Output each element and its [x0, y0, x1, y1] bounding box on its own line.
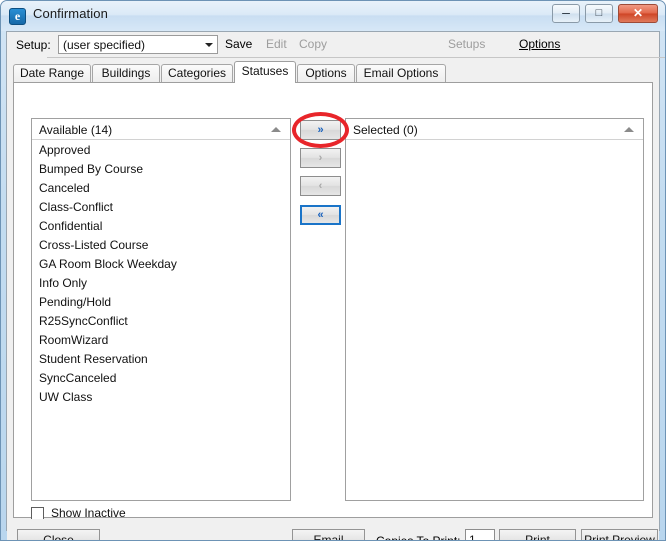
selected-list-items[interactable] [346, 141, 643, 500]
sort-ascending-icon[interactable] [624, 127, 634, 132]
window-title: Confirmation [33, 6, 108, 21]
list-item[interactable]: UW Class [32, 388, 290, 407]
tab-buildings[interactable]: Buildings [92, 64, 160, 83]
close-window-button[interactable]: ✕ [618, 4, 658, 23]
tab-email-options[interactable]: Email Options [356, 64, 446, 83]
tab-date-range[interactable]: Date Range [13, 64, 91, 83]
tab-strip: Date Range Buildings Categories Statuses… [13, 61, 653, 83]
client-area: Setup: (user specified) Save Edit Copy S… [6, 31, 665, 540]
selected-list[interactable]: Selected (0) [345, 118, 644, 501]
tab-statuses[interactable]: Statuses [234, 61, 296, 83]
setup-dropdown[interactable]: (user specified) [58, 35, 218, 54]
sort-ascending-icon[interactable] [271, 127, 281, 132]
setup-label: Setup: [16, 38, 51, 52]
title-bar: e Confirmation – □ ✕ [1, 1, 665, 31]
toolbar-divider [47, 57, 665, 58]
list-item[interactable]: Pending/Hold [32, 293, 290, 312]
move-all-left-button[interactable]: « [300, 205, 341, 225]
list-item[interactable]: Bumped By Course [32, 160, 290, 179]
toolbar: Setup: (user specified) Save Edit Copy S… [7, 32, 665, 58]
list-item[interactable]: Class-Conflict [32, 198, 290, 217]
print-preview-button[interactable]: Print Preview [581, 529, 658, 540]
maximize-icon: □ [595, 7, 603, 19]
list-item[interactable]: Canceled [32, 179, 290, 198]
tab-categories[interactable]: Categories [161, 64, 233, 83]
move-right-button: › [300, 148, 341, 168]
list-item[interactable]: Student Reservation [32, 350, 290, 369]
app-logo-icon: e [9, 8, 26, 25]
list-item[interactable]: SyncCanceled [32, 369, 290, 388]
available-list-items[interactable]: Approved Bumped By Course Canceled Class-Co… [32, 141, 290, 500]
chevron-down-icon [205, 43, 213, 47]
move-left-button: ‹ [300, 176, 341, 196]
available-list-title: Available (14) [39, 123, 113, 137]
email-button[interactable]: Email [292, 529, 365, 540]
selected-list-header[interactable]: Selected (0) [346, 119, 643, 140]
application-window: e Confirmation – □ ✕ Setup: (user specif… [0, 0, 666, 541]
copy-button: Copy [299, 37, 328, 51]
list-item[interactable]: R25SyncConflict [32, 312, 290, 331]
minimize-button[interactable]: – [552, 4, 580, 23]
list-item[interactable]: Info Only [32, 274, 290, 293]
close-icon: ✕ [632, 6, 644, 20]
show-inactive-label: Show Inactive [51, 506, 126, 520]
bottom-button-bar: Close Email Copies To Print: 1 Print Pri… [7, 519, 659, 541]
selected-list-title: Selected (0) [353, 123, 418, 137]
statuses-tab-panel: Available (14) Approved Bumped By Course C… [13, 82, 653, 520]
available-list[interactable]: Available (14) Approved Bumped By Course C… [31, 118, 291, 501]
move-all-right-button[interactable]: » [300, 120, 341, 140]
copies-to-print-input[interactable]: 1 [465, 529, 495, 540]
options-menu[interactable]: Options [519, 37, 560, 51]
minimize-icon: – [562, 4, 570, 20]
app-logo-glyph: e [14, 9, 21, 23]
copies-to-print-label: Copies To Print: [376, 534, 461, 541]
list-item[interactable]: Approved [32, 141, 290, 160]
save-button[interactable]: Save [225, 37, 252, 51]
list-item[interactable]: Cross-Listed Course [32, 236, 290, 255]
tab-options[interactable]: Options [297, 64, 355, 83]
available-list-header[interactable]: Available (14) [32, 119, 290, 140]
maximize-button[interactable]: □ [585, 4, 613, 23]
setup-dropdown-value: (user specified) [63, 38, 146, 52]
close-button[interactable]: Close [17, 529, 100, 540]
print-button[interactable]: Print [499, 529, 576, 540]
setups-menu: Setups [448, 37, 486, 51]
list-item[interactable]: GA Room Block Weekday [32, 255, 290, 274]
list-item[interactable]: Confidential [32, 217, 290, 236]
edit-button: Edit [266, 37, 287, 51]
list-item[interactable]: RoomWizard [32, 331, 290, 350]
